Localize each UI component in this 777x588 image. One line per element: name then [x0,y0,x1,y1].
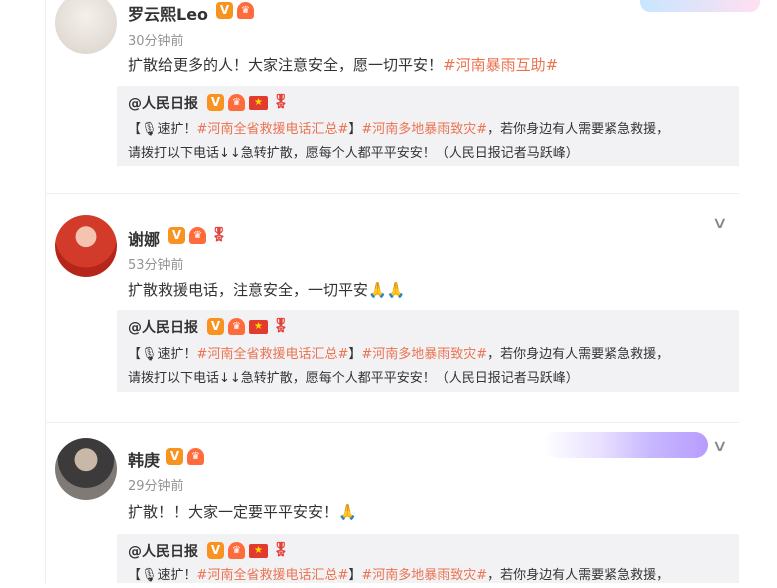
quote-text: ，若你身边有人需要紧急救援， [487,568,670,583]
author-name[interactable]: 谢娜 [128,226,160,250]
china-flag-icon: ★ [249,319,268,334]
quote-line: 【🎙速扩！#河南全省救援电话汇总#】#河南多地暴雨致灾#，若你身边有人需要紧急救… [128,343,669,367]
post-time[interactable]: 30分钟前 [128,30,184,49]
quote-label: 速扩！ [157,568,197,583]
topic-link[interactable]: #河南全省救援电话汇总# [197,347,349,362]
post-time[interactable]: 29分钟前 [128,475,184,494]
quote-label: 速扩！ [157,347,197,362]
quote-text: ，若你身边有人需要紧急救援， [487,347,670,362]
post-text: 扩散！！大家一定要平平安安！ [128,503,339,521]
post-text: 扩散给更多的人！大家注意安全，愿一切平安！ [128,56,444,74]
medal-icon: 🎖 [272,542,290,558]
feed-post: ∨ 韩庚 V ♛ 29分钟前 扩散！！大家一定要平平安安！🙏 @人民日报 V ♛… [0,422,777,583]
quote-badges: V ♛ ★ 🎖 [207,94,290,111]
vip-crown-icon[interactable]: ♛ [189,227,206,244]
post-time[interactable]: 53分钟前 [128,254,184,273]
author-name[interactable]: 韩庚 [128,447,160,471]
quote-line: 请拨打以下电话↓↓急转扩散，愿每个人都平平安安！（人民日报记者马跃峰） [128,371,579,386]
post-content: 扩散救援电话，注意安全，一切平安🙏🙏 [128,279,405,300]
author-badges: V ♛ 🎖 [168,227,228,244]
quote-author[interactable]: @人民日报 [128,317,198,337]
vip-crown-icon[interactable]: ♛ [187,448,204,465]
microphone-icon: 🎙 [141,347,158,362]
verified-icon[interactable]: V [166,448,183,465]
author-badges: V ♛ [166,448,204,465]
bracket-close: 】 [348,347,362,362]
topic-link[interactable]: #河南多地暴雨致灾# [361,122,487,137]
medal-icon: 🎖 [272,318,290,334]
vip-crown-icon[interactable]: ♛ [228,318,245,335]
bracket-open: 【 [128,347,142,362]
quoted-post[interactable]: @人民日报 V ♛ ★ 🎖 【🎙速扩！#河南全省救援电话汇总#】#河南多地暴雨致… [117,86,739,166]
post-text: 扩散救援电话，注意安全，一切平安 [128,281,369,299]
vip-crown-icon[interactable]: ♛ [237,2,254,19]
feed-post: 罗云熙Leo V ♛ 30分钟前 扩散给更多的人！大家注意安全，愿一切平安！#河… [0,0,777,200]
chevron-down-icon[interactable]: ∨ [712,436,728,455]
quote-badges: V ♛ ★ 🎖 [207,318,290,335]
pray-emoji-icon: 🙏🙏 [368,281,406,299]
bracket-open: 【 [128,122,142,137]
feed-post: ∨ 谢娜 V ♛ 🎖 53分钟前 扩散救援电话，注意安全，一切平安🙏🙏 @人民日… [0,193,777,423]
medal-icon: 🎖 [210,227,228,243]
author-badges: V ♛ [216,2,254,19]
quote-text: ，若你身边有人需要紧急救援， [487,122,670,137]
medal-icon: 🎖 [272,94,290,110]
avatar[interactable] [55,438,117,500]
topic-link[interactable]: #河南暴雨互助# [443,56,558,74]
topic-link[interactable]: #河南全省救援电话汇总# [197,122,349,137]
quote-line: 【🎙速扩！#河南全省救援电话汇总#】#河南多地暴雨致灾#，若你身边有人需要紧急救… [128,118,669,142]
quote-badges: V ♛ ★ 🎖 [207,542,290,559]
pray-emoji-icon: 🙏 [338,503,357,521]
topic-link[interactable]: #河南多地暴雨致灾# [361,347,487,362]
verified-icon[interactable]: V [168,227,185,244]
bracket-close: 】 [348,568,362,583]
china-flag-icon: ★ [249,543,268,558]
avatar[interactable] [55,0,117,54]
avatar[interactable] [55,215,117,277]
verified-icon[interactable]: V [207,318,224,335]
china-flag-icon: ★ [249,95,268,110]
verified-icon[interactable]: V [207,542,224,559]
topic-link[interactable]: #河南全省救援电话汇总# [197,568,349,583]
microphone-icon: 🎙 [141,122,158,137]
post-content: 扩散！！大家一定要平平安安！🙏 [128,501,357,522]
quote-label: 速扩！ [157,122,197,137]
quote-line: 请拨打以下电话↓↓急转扩散，愿每个人都平平安安！（人民日报记者马跃峰） [128,146,579,161]
verified-icon[interactable]: V [216,2,233,19]
quote-line: 【🎙速扩！#河南全省救援电话汇总#】#河南多地暴雨致灾#，若你身边有人需要紧急救… [128,564,669,588]
chevron-down-icon[interactable]: ∨ [712,213,728,232]
vip-crown-icon[interactable]: ♛ [228,94,245,111]
quoted-post[interactable]: @人民日报 V ♛ ★ 🎖 【🎙速扩！#河南全省救援电话汇总#】#河南多地暴雨致… [117,310,739,392]
vip-crown-icon[interactable]: ♛ [228,542,245,559]
bracket-open: 【 [128,568,142,583]
microphone-icon: 🎙 [141,568,158,583]
author-name[interactable]: 罗云熙Leo [128,1,208,25]
quote-author[interactable]: @人民日报 [128,93,198,113]
quote-author[interactable]: @人民日报 [128,541,198,561]
topic-link[interactable]: #河南多地暴雨致灾# [361,568,487,583]
verified-icon[interactable]: V [207,94,224,111]
post-content: 扩散给更多的人！大家注意安全，愿一切平安！#河南暴雨互助# [128,54,558,75]
bracket-close: 】 [348,122,362,137]
quoted-post[interactable]: @人民日报 V ♛ ★ 🎖 【🎙速扩！#河南全省救援电话汇总#】#河南多地暴雨致… [117,534,739,583]
